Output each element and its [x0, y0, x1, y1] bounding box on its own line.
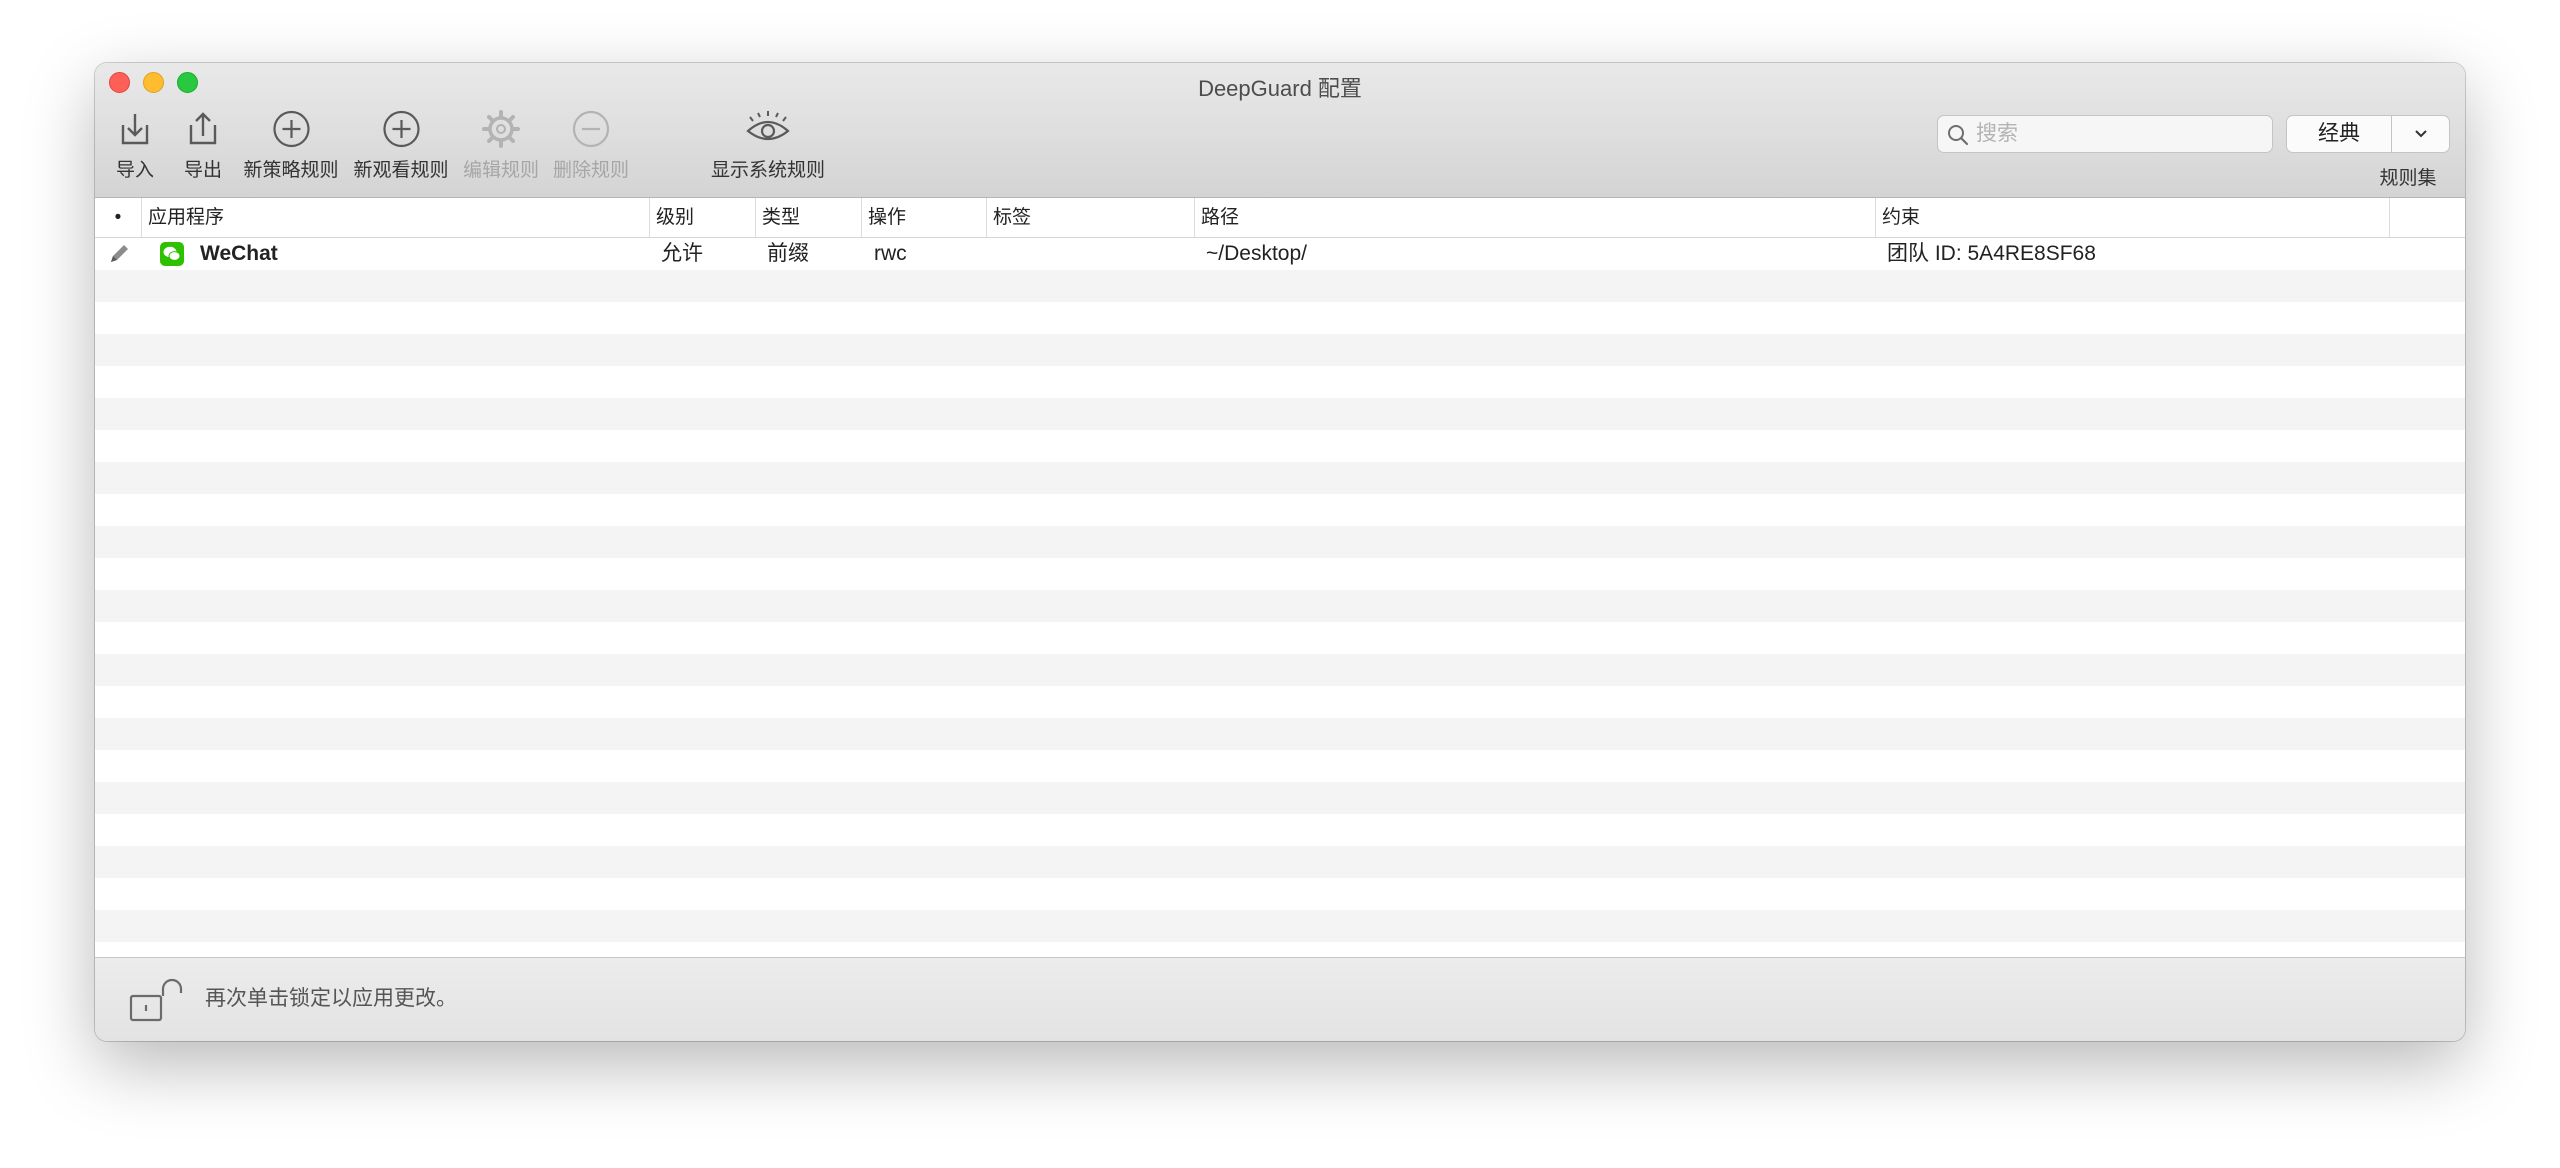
column-header-empty — [2389, 198, 2465, 237]
ruleset-dropdown-button[interactable] — [2392, 116, 2449, 152]
table-row[interactable]: WeChat 允许 前缀 rwc ~/Desktop/ 团队 ID: 5A4RE… — [95, 238, 2465, 270]
window-title: DeepGuard 配置 — [1198, 76, 1362, 101]
chevron-down-icon — [2414, 130, 2427, 138]
lock-button[interactable] — [129, 978, 185, 1027]
column-header-operation[interactable]: 操作 — [861, 198, 986, 237]
operation-cell: rwc — [874, 242, 907, 265]
new-policy-rule-button[interactable]: 新策略规则 — [243, 109, 339, 182]
ruleset-value[interactable]: 经典 — [2287, 116, 2392, 152]
titlebar: DeepGuard 配置 导入 导出 新策略规则 新观看规则 编辑规则 删除规则… — [95, 63, 2465, 198]
column-header-type[interactable]: 类型 — [755, 198, 861, 237]
show-system-rules-label: 显示系统规则 — [710, 160, 826, 181]
edit-rule-label: 编辑规则 — [462, 160, 540, 181]
column-header-level[interactable]: 级别 — [649, 198, 755, 237]
export-label: 导出 — [183, 160, 222, 181]
app-name: WeChat — [200, 242, 278, 265]
import-icon — [121, 114, 149, 145]
export-icon — [189, 112, 217, 145]
column-header-constraint[interactable]: 约束 — [1875, 198, 2389, 237]
import-label: 导入 — [115, 160, 154, 181]
level-cell: 允许 — [661, 242, 703, 265]
column-header-app[interactable]: 应用程序 — [141, 198, 649, 237]
deepguard-window: DeepGuard 配置 导入 导出 新策略规则 新观看规则 编辑规则 删除规则… — [95, 63, 2465, 1041]
minus-circle-icon — [572, 110, 610, 148]
path-cell: ~/Desktop/ — [1206, 242, 1307, 265]
gear-icon — [481, 110, 520, 148]
edit-rule-button[interactable]: 编辑规则 — [463, 109, 539, 182]
unlocked-padlock-icon — [129, 978, 183, 1022]
column-header-tag[interactable]: 标签 — [986, 198, 1194, 237]
plus-circle-icon — [382, 110, 420, 148]
column-header-status[interactable]: • — [95, 198, 141, 237]
rules-table: WeChat 允许 前缀 rwc ~/Desktop/ 团队 ID: 5A4RE… — [95, 238, 2465, 1019]
footer-bar: 再次单击锁定以应用更改。 — [95, 957, 2465, 1041]
delete-rule-label: 删除规则 — [552, 160, 630, 181]
show-system-rules-button[interactable]: 显示系统规则 — [711, 109, 825, 182]
export-button[interactable]: 导出 — [183, 109, 223, 182]
delete-rule-button[interactable]: 删除规则 — [553, 109, 629, 182]
import-button[interactable]: 导入 — [115, 109, 155, 182]
ruleset-label: 规则集 — [2379, 168, 2437, 189]
edit-pencil-icon[interactable] — [107, 242, 131, 266]
new-watch-rule-button[interactable]: 新观看规则 — [353, 109, 449, 182]
type-cell: 前缀 — [767, 242, 809, 265]
wechat-app-icon — [160, 242, 184, 266]
ruleset-selector[interactable]: 经典 — [2286, 115, 2450, 153]
plus-circle-icon — [272, 110, 310, 148]
search-input[interactable] — [1976, 116, 2256, 152]
new-policy-rule-label: 新策略规则 — [243, 160, 339, 181]
constraint-cell: 团队 ID: 5A4RE8SF68 — [1887, 242, 2096, 265]
column-header-path[interactable]: 路径 — [1194, 198, 1875, 237]
lock-status-text: 再次单击锁定以应用更改。 — [205, 987, 457, 1010]
search-field[interactable] — [1937, 115, 2273, 153]
search-icon — [1948, 125, 1969, 146]
new-watch-rule-label: 新观看规则 — [353, 160, 449, 181]
eye-icon — [746, 111, 790, 141]
table-header: • 应用程序 级别 类型 操作 标签 路径 约束 — [95, 198, 2465, 238]
